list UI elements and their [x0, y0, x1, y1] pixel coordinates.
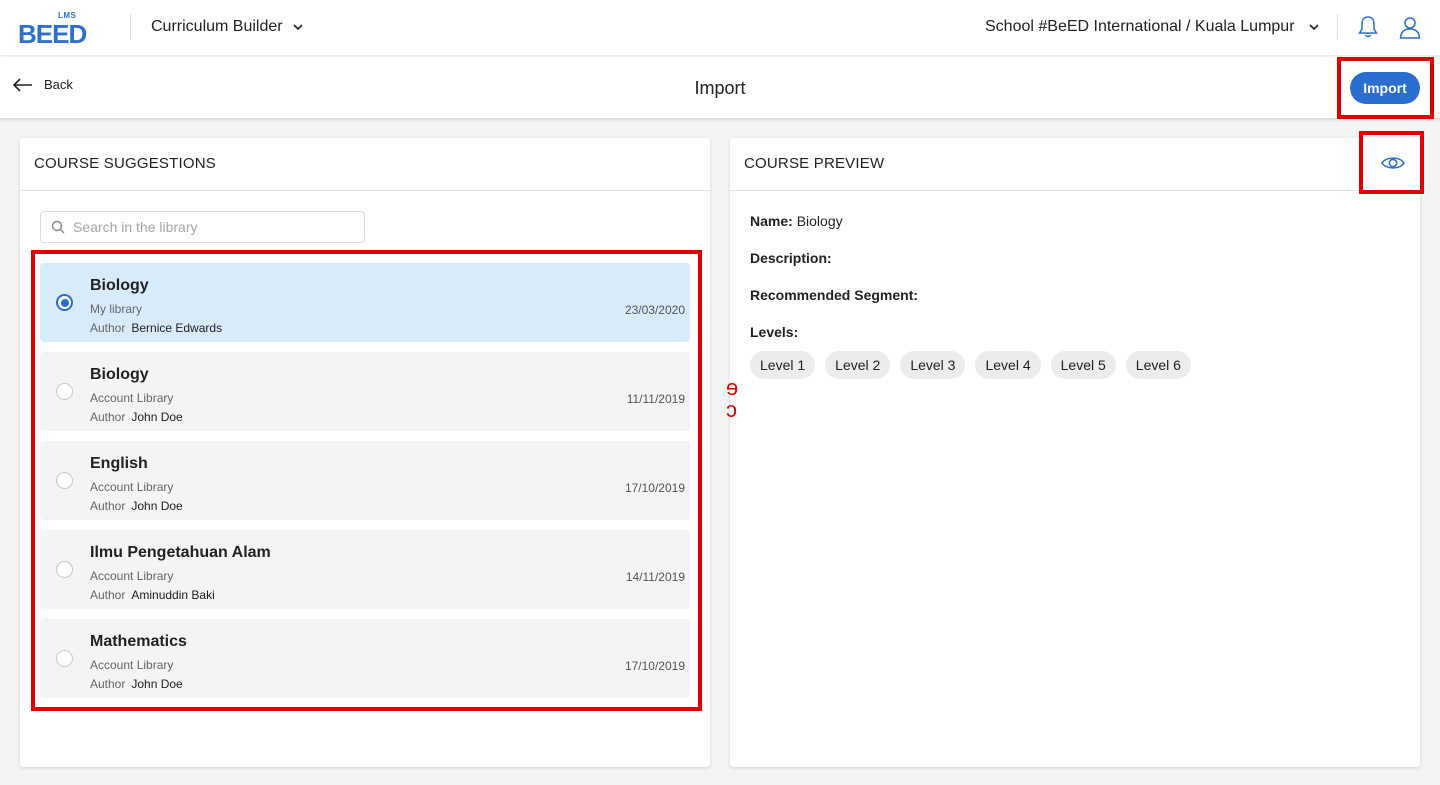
course-title: Biology: [90, 277, 149, 294]
course-title: English: [90, 455, 148, 472]
course-preview-header: COURSE PREVIEW: [730, 138, 1420, 191]
author-name: John Doe: [131, 499, 183, 513]
level-chip: Level 1: [750, 351, 816, 379]
course-library: Account Library: [90, 658, 174, 672]
preview-name-row: Name: Biology: [750, 213, 1400, 229]
author-label: Author: [90, 677, 126, 691]
module-label: Curriculum Builder: [151, 18, 283, 35]
logo-word: BEED: [18, 19, 87, 49]
course-title: Biology: [90, 366, 149, 383]
search-input[interactable]: [73, 219, 353, 235]
course-item[interactable]: Mathematics Account Library Author John D…: [40, 619, 690, 698]
school-label: School #BeED International / Kuala Lumpu…: [985, 18, 1295, 35]
preview-description-row: Description:: [750, 250, 1400, 266]
course-list: Biology My library Author Bernice Edwards…: [40, 263, 690, 708]
course-item[interactable]: Biology My library Author Bernice Edwards…: [40, 263, 690, 342]
course-title: Ilmu Pengetahuan Alam: [90, 544, 271, 561]
course-library: My library: [90, 302, 143, 316]
author-name: Bernice Edwards: [131, 321, 223, 335]
level-chip: Level 4: [975, 351, 1041, 379]
course-preview-panel: COURSE PREVIEW Name: Biology Description…: [730, 138, 1420, 767]
preview-body: Name: Biology Description: Recommended S…: [730, 191, 1420, 401]
course-radio[interactable]: [56, 294, 73, 311]
course-item[interactable]: Biology Account Library Author John Doe 1…: [40, 352, 690, 431]
course-author: Author John Doe: [90, 410, 183, 424]
author-name: John Doe: [131, 677, 183, 691]
search-icon: [51, 220, 65, 234]
stray-annotation-text: ɘ ɔ: [726, 375, 739, 422]
divider: [1337, 14, 1338, 40]
course-radio[interactable]: [56, 650, 73, 667]
preview-levels-row: Levels:: [750, 324, 1400, 340]
levels-list: Level 1 Level 2 Level 3 Level 4 Level 5 …: [750, 351, 1400, 379]
name-value: Biology: [796, 213, 843, 229]
description-label: Description:: [750, 250, 832, 266]
author-label: Author: [90, 499, 126, 513]
course-author: Author Aminuddin Baki: [90, 588, 215, 602]
course-title: Mathematics: [90, 633, 187, 650]
author-label: Author: [90, 410, 126, 424]
course-library: Account Library: [90, 391, 174, 405]
course-radio[interactable]: [56, 383, 73, 400]
author-label: Author: [90, 321, 126, 335]
page-title: Import: [694, 78, 746, 98]
course-date: 17/10/2019: [624, 481, 685, 495]
level-chip: Level 5: [1050, 351, 1116, 379]
course-date: 23/03/2020: [624, 303, 685, 317]
course-preview-title: COURSE PREVIEW: [744, 155, 885, 172]
import-button[interactable]: Import: [1350, 72, 1420, 104]
course-library: Account Library: [90, 569, 174, 583]
course-radio[interactable]: [56, 561, 73, 578]
level-chip: Level 6: [1125, 351, 1191, 379]
course-radio[interactable]: [56, 472, 73, 489]
beed-logo[interactable]: LMS BEED: [18, 10, 92, 49]
level-chip: Level 2: [825, 351, 891, 379]
search-box[interactable]: [40, 211, 365, 243]
sub-header: Back Import Import: [0, 57, 1440, 118]
course-library: Account Library: [90, 480, 174, 494]
course-author: Author Bernice Edwards: [90, 321, 222, 335]
school-switcher[interactable]: School #BeED International / Kuala Lumpu…: [985, 18, 1319, 36]
course-suggestions-panel: COURSE SUGGESTIONS Biology My library Au…: [20, 138, 710, 767]
course-date: 14/11/2019: [625, 570, 685, 584]
author-label: Author: [90, 588, 126, 602]
bell-icon[interactable]: [1355, 14, 1381, 40]
name-label: Name:: [750, 213, 793, 229]
segment-label: Recommended Segment:: [750, 287, 919, 303]
course-date: 17/10/2019: [624, 659, 685, 673]
course-item[interactable]: English Account Library Author John Doe 1…: [40, 441, 690, 520]
chevron-down-icon: [1308, 24, 1319, 31]
levels-label: Levels:: [750, 324, 799, 340]
divider: [130, 14, 131, 40]
course-date: 11/11/2019: [626, 392, 685, 406]
preview-segment-row: Recommended Segment:: [750, 287, 1400, 303]
course-author: Author John Doe: [90, 499, 183, 513]
chevron-down-icon: [293, 24, 303, 31]
course-author: Author John Doe: [90, 677, 183, 691]
user-icon[interactable]: [1397, 14, 1423, 40]
author-name: Aminuddin Baki: [131, 588, 215, 602]
level-chip: Level 3: [900, 351, 966, 379]
eye-icon[interactable]: [1380, 152, 1406, 174]
author-name: John Doe: [131, 410, 183, 424]
course-item[interactable]: Ilmu Pengetahuan Alam Account Library Au…: [40, 530, 690, 609]
top-bar: LMS BEED Curriculum Builder School #BeED…: [0, 0, 1440, 56]
course-suggestions-title: COURSE SUGGESTIONS: [20, 138, 710, 191]
module-switcher[interactable]: Curriculum Builder: [151, 18, 303, 36]
